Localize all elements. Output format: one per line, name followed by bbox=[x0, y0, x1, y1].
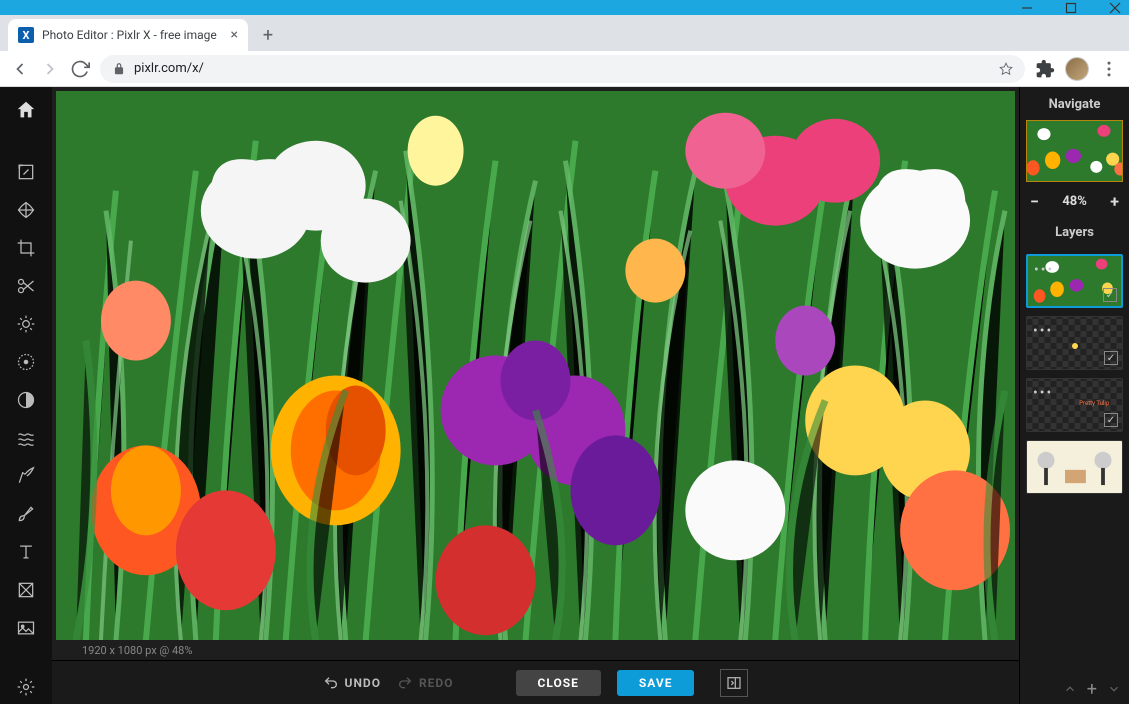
layer-menu-icon[interactable]: ••• bbox=[1034, 262, 1054, 278]
redo-icon bbox=[397, 675, 413, 691]
add-layer-button[interactable]: + bbox=[1087, 679, 1097, 700]
layer-item-ad[interactable] bbox=[1026, 440, 1123, 494]
new-tab-button[interactable]: + bbox=[254, 21, 282, 49]
reload-button[interactable] bbox=[70, 59, 90, 79]
effect-tool[interactable] bbox=[8, 345, 44, 379]
left-toolbar bbox=[0, 87, 52, 704]
panel-toggle-icon bbox=[726, 675, 742, 691]
settings-button[interactable] bbox=[8, 670, 44, 704]
layer-item[interactable]: ••• Pretty Tulip ✓ bbox=[1026, 378, 1123, 432]
element-tool[interactable] bbox=[8, 573, 44, 607]
save-button[interactable]: SAVE bbox=[617, 670, 695, 696]
layer-item[interactable]: ••• ✓ bbox=[1026, 316, 1123, 370]
tab-favicon-icon: X bbox=[18, 27, 34, 43]
layer-text-preview: Pretty Tulip bbox=[1079, 400, 1109, 407]
layer-visibility-toggle[interactable]: ✓ bbox=[1104, 351, 1118, 365]
tab-title: Photo Editor : Pixlr X - free image bbox=[42, 28, 223, 42]
arrange-tool[interactable] bbox=[8, 193, 44, 227]
layer-visibility-toggle[interactable]: ✓ bbox=[1103, 288, 1117, 302]
home-button[interactable] bbox=[8, 93, 44, 127]
pixlr-app: FEEDBACK × bbox=[0, 87, 1129, 704]
back-button[interactable] bbox=[10, 59, 30, 79]
zoom-controls: − 48% + bbox=[1020, 188, 1129, 215]
redo-label: REDO bbox=[419, 676, 454, 690]
browser-tab[interactable]: X Photo Editor : Pixlr X - free image × bbox=[8, 19, 248, 51]
add-image-tool[interactable] bbox=[8, 611, 44, 645]
right-panel: Navigate − 48% + Layers ••• ✓ ••• ✓ bbox=[1019, 87, 1129, 704]
layer-menu-icon[interactable]: ••• bbox=[1033, 385, 1053, 401]
retouch-tool[interactable] bbox=[8, 459, 44, 493]
window-titlebar bbox=[0, 0, 1129, 15]
zoom-value: 48% bbox=[1062, 194, 1087, 209]
text-tool[interactable] bbox=[8, 535, 44, 569]
browser-tabstrip: X Photo Editor : Pixlr X - free image × … bbox=[0, 15, 1129, 51]
extensions-icon[interactable] bbox=[1035, 59, 1055, 79]
layer-content-dot bbox=[1072, 343, 1078, 349]
status-bar: 1920 x 1080 px @ 48% bbox=[52, 640, 1019, 660]
maximize-icon[interactable] bbox=[1065, 2, 1077, 14]
url-text: pixlr.com/x/ bbox=[134, 61, 991, 76]
layers-footer: + bbox=[1020, 674, 1129, 704]
layer-item[interactable]: ••• ✓ bbox=[1026, 254, 1123, 308]
canvas-area: 1920 x 1080 px @ 48% UNDO REDO CLOSE SAV… bbox=[52, 87, 1019, 704]
close-button[interactable]: CLOSE bbox=[516, 670, 601, 696]
canvas-dimensions: 1920 x 1080 px @ 48% bbox=[82, 644, 192, 657]
layer-menu-icon[interactable]: ••• bbox=[1033, 323, 1053, 339]
filter-tool[interactable] bbox=[8, 383, 44, 417]
undo-button[interactable]: UNDO bbox=[323, 675, 381, 691]
layer-down-icon[interactable] bbox=[1107, 682, 1121, 696]
profile-avatar[interactable] bbox=[1065, 57, 1089, 81]
crop-tool[interactable] bbox=[8, 231, 44, 265]
address-bar[interactable]: pixlr.com/x/ bbox=[100, 55, 1025, 83]
canvas-viewport[interactable] bbox=[52, 87, 1019, 640]
zoom-out-button[interactable]: − bbox=[1030, 192, 1039, 211]
layers-list: ••• ✓ ••• ✓ ••• Pretty Tulip ✓ bbox=[1020, 248, 1129, 674]
undo-label: UNDO bbox=[345, 676, 381, 690]
canvas-image[interactable] bbox=[56, 91, 1015, 640]
navigator-thumbnail[interactable] bbox=[1026, 120, 1123, 182]
navigate-header: Navigate bbox=[1020, 87, 1129, 120]
bookmark-star-icon[interactable] bbox=[999, 62, 1013, 76]
layer-up-icon[interactable] bbox=[1063, 682, 1077, 696]
forward-button[interactable] bbox=[40, 59, 60, 79]
zoom-in-button[interactable]: + bbox=[1110, 192, 1119, 211]
draw-tool[interactable] bbox=[8, 497, 44, 531]
tab-close-icon[interactable]: × bbox=[231, 28, 238, 42]
nav-thumb-image bbox=[1027, 121, 1122, 181]
adjust-tool[interactable] bbox=[8, 307, 44, 341]
ad-thumbnail bbox=[1027, 441, 1122, 493]
redo-button: REDO bbox=[397, 675, 454, 691]
layer-visibility-toggle[interactable]: ✓ bbox=[1104, 413, 1118, 427]
liquify-tool[interactable] bbox=[8, 421, 44, 455]
bottom-bar: UNDO REDO CLOSE SAVE bbox=[52, 660, 1019, 704]
properties-tool[interactable] bbox=[8, 155, 44, 189]
browser-toolbar: pixlr.com/x/ bbox=[0, 51, 1129, 87]
layers-header: Layers bbox=[1020, 215, 1129, 248]
lock-icon bbox=[112, 62, 126, 76]
cutout-tool[interactable] bbox=[8, 269, 44, 303]
toggle-right-panel-button[interactable] bbox=[720, 669, 748, 697]
browser-menu-icon[interactable] bbox=[1099, 59, 1119, 79]
tulip-field-photo bbox=[56, 91, 1015, 640]
minimize-icon[interactable] bbox=[1021, 2, 1033, 14]
undo-icon bbox=[323, 675, 339, 691]
close-window-icon[interactable] bbox=[1109, 2, 1121, 14]
